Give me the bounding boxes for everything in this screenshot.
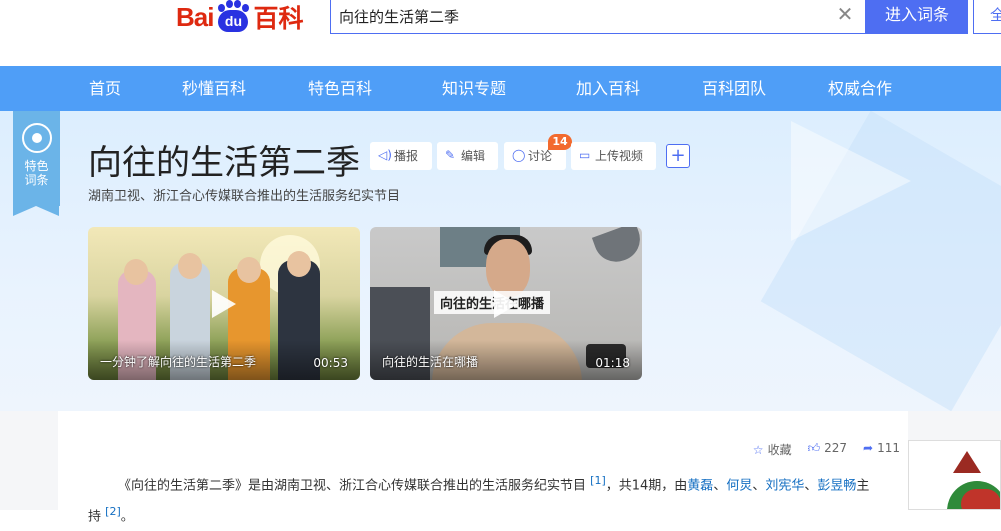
video-2-label: 向往的生活在哪播 (382, 355, 479, 369)
featured-entry-ribbon: 特色 词条 (13, 111, 60, 216)
baidu-baike-logo[interactable]: Bai du 百科 (176, 0, 303, 34)
entry-subtitle: 湖南卫视、浙江合心传媒联合推出的生活服务纪实节目 (88, 189, 401, 204)
video-card-2[interactable]: 向往的生活在哪播 向往的生活在哪播 01:18 (370, 227, 642, 380)
link-liu-xianhua[interactable]: 刘宪华 (765, 478, 804, 493)
report-button[interactable]: ◁) 播报 (370, 142, 432, 170)
nav-item-cooperation[interactable]: 权威合作 (828, 66, 892, 111)
nav-item-home[interactable]: 首页 (89, 66, 121, 111)
search-box: ✕ (330, 0, 866, 34)
report-label: 播报 (394, 149, 419, 163)
video-1-label: 一分钟了解向往的生活第二季 (100, 355, 257, 369)
ribbon-text-2: 词条 (24, 173, 49, 187)
nav-item-join[interactable]: 加入百科 (576, 66, 640, 111)
enter-entry-button[interactable]: 进入词条 (866, 0, 968, 34)
article-body: ☆ 收藏 👍︎ 227 ➦ 111 《向往的生活第二季》是由湖南卫视、浙江合心传媒联合… (58, 411, 908, 525)
nav-item-featured[interactable]: 特色百科 (308, 66, 372, 111)
featured-badge-icon (22, 123, 52, 153)
ribbon-text-1: 特色 (24, 159, 49, 173)
paw-icon: du (214, 0, 252, 32)
logo-du-text: du (218, 10, 249, 32)
collect-button[interactable]: ☆ 收藏 (753, 441, 792, 458)
upload-video-button[interactable]: ▭ 上传视频 (571, 142, 656, 170)
collect-label: 收藏 (767, 443, 792, 457)
discuss-label: 讨论 (528, 149, 553, 163)
reference-2[interactable]: [2] (105, 505, 121, 518)
top-header: Bai du 百科 ✕ 进入词条 全 (0, 0, 1001, 66)
page-title: 向往的生活第二季 (88, 143, 360, 183)
edit-label: 编辑 (461, 149, 486, 163)
edit-button[interactable]: ✎ 编辑 (437, 142, 498, 170)
search-input[interactable] (339, 2, 829, 30)
star-icon: ☆ (752, 443, 764, 457)
video-1-duration: 00:53 (313, 356, 348, 370)
video-2-duration: 01:18 (595, 356, 630, 370)
share-button[interactable]: ➦ 111 (863, 441, 900, 458)
share-icon: ➦ (863, 441, 874, 455)
share-count: 111 (877, 441, 900, 455)
play-icon[interactable] (494, 289, 518, 318)
article-actions: ☆ 收藏 👍︎ 227 ➦ 111 (753, 441, 900, 458)
nav-item-miaodong[interactable]: 秒懂百科 (182, 66, 246, 111)
play-icon[interactable] (212, 289, 236, 318)
video-card-1[interactable]: 一分钟了解向往的生活第二季 00:53 (88, 227, 360, 380)
entry-hero: 特色 词条 向往的生活第二季 ◁) 播报 ✎ 编辑 ◯ 讨论 14 ▭ 上传视频… (0, 111, 1001, 411)
video-camera-icon: ▭ (579, 148, 591, 162)
reference-1[interactable]: [1] (590, 474, 606, 487)
nav-item-team[interactable]: 百科团队 (702, 66, 766, 111)
link-peng-yuchang[interactable]: 彭昱畅 (817, 478, 856, 493)
main-nav: 首页 秒懂百科 特色百科 知识专题 加入百科 百科团队 权威合作 (0, 66, 1001, 111)
link-huang-lei[interactable]: 黄磊 (687, 478, 713, 493)
pencil-icon: ✎ (445, 148, 456, 162)
discuss-count-badge: 14 (548, 134, 572, 150)
video-2-caption: 向往的生活在哪播 (434, 291, 551, 314)
intro-paragraph: 《向往的生活第二季》是由湖南卫视、浙江合心传媒联合推出的生活服务纪实节目 [1]… (88, 474, 870, 525)
like-button[interactable]: 👍︎ 227 (808, 441, 847, 458)
full-search-button[interactable]: 全 (973, 0, 1001, 34)
nav-item-topics[interactable]: 知识专题 (442, 66, 506, 111)
upload-video-label: 上传视频 (595, 149, 644, 163)
plus-icon[interactable]: + (666, 144, 690, 168)
logo-baike-text: 百科 (253, 4, 304, 33)
thumbs-up-icon: 👍︎ (807, 441, 821, 455)
entry-thumbnail-image[interactable] (908, 440, 1001, 510)
logo-bai-text: Bai (176, 1, 214, 32)
close-icon[interactable]: ✕ (835, 4, 855, 24)
chat-bubble-icon: ◯ (512, 148, 526, 162)
speaker-icon: ◁) (378, 148, 392, 162)
like-count: 227 (824, 441, 848, 455)
link-he-jiong[interactable]: 何炅 (726, 478, 752, 493)
